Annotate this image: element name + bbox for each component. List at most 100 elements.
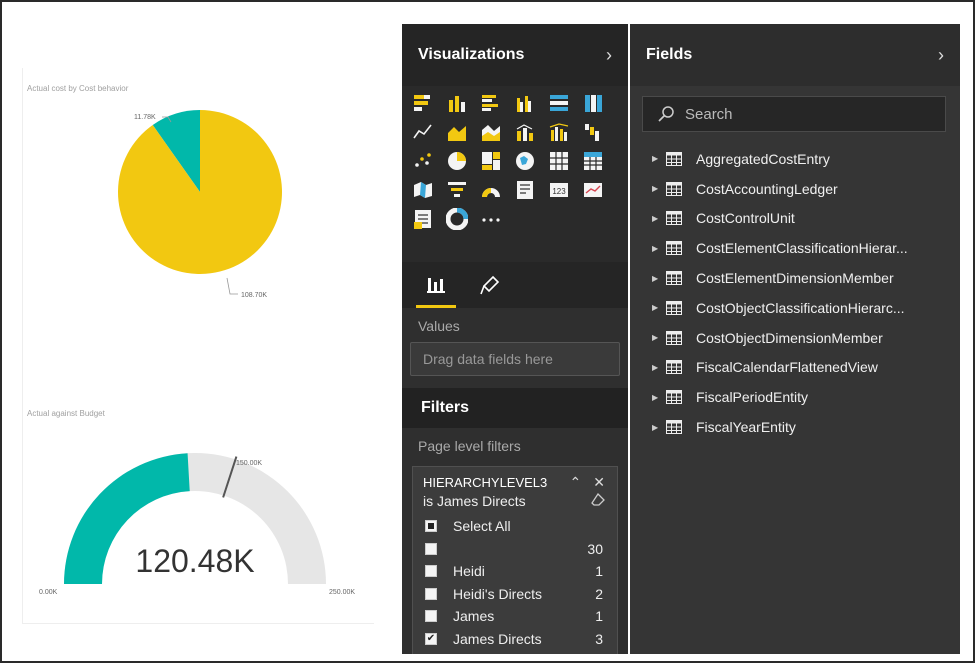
100-stacked-bar-chart-icon[interactable] (548, 92, 570, 114)
expand-triangle-icon[interactable]: ▶ (652, 333, 666, 342)
expand-triangle-icon[interactable]: ▶ (652, 274, 666, 283)
gauge-visual-title: Actual against Budget (27, 409, 105, 418)
clustered-column-chart-icon[interactable] (514, 92, 536, 114)
filter-option-count: 2 (595, 585, 603, 602)
table-icon[interactable] (548, 150, 570, 172)
field-table-item[interactable]: ▶ CostObjectDimensionMember (630, 323, 960, 353)
100-stacked-column-chart-icon[interactable] (582, 92, 604, 114)
filter-option[interactable]: 30 (413, 538, 617, 561)
pie-slice[interactable] (118, 110, 282, 274)
filter-option[interactable]: Heidi's Directs 2 (413, 583, 617, 606)
collapse-filter-chevron-up-icon[interactable]: ⌃ (570, 474, 582, 491)
waterfall-chart-icon[interactable] (582, 121, 604, 143)
filter-option-checkbox[interactable]: ✔ (425, 632, 437, 645)
donut-chart-icon[interactable] (446, 208, 468, 230)
field-table-name: CostObjectDimensionMember (696, 329, 883, 346)
remove-filter-close-icon[interactable]: ✕ (593, 474, 605, 491)
filters-header: Filters (402, 388, 628, 428)
filter-option[interactable]: ✔ James Directs 3 (413, 628, 617, 651)
visualization-tabs (402, 262, 628, 308)
field-table-name: CostObjectClassificationHierarc... (696, 299, 905, 316)
clear-filter-eraser-icon[interactable] (591, 492, 605, 515)
slicer-icon[interactable] (412, 208, 434, 230)
filter-option-checkbox[interactable] (425, 520, 437, 533)
gauge-icon[interactable] (480, 179, 502, 201)
map-icon[interactable] (514, 150, 536, 172)
filter-option-checkbox[interactable] (425, 565, 437, 578)
expand-triangle-icon[interactable]: ▶ (652, 393, 666, 402)
field-table-item[interactable]: ▶ CostControlUnit (630, 204, 960, 234)
pie-chart-icon[interactable] (446, 150, 468, 172)
field-table-item[interactable]: ▶ CostObjectClassificationHierarc... (630, 293, 960, 323)
stacked-area-chart-icon[interactable] (480, 121, 502, 143)
filter-card: HIERARCHYLEVEL3 ⌃ ✕ is James Directs Sel… (412, 466, 618, 654)
expand-triangle-icon[interactable]: ▶ (652, 214, 666, 223)
filter-option[interactable]: Select All (413, 515, 617, 538)
filter-options-list: Select All 30 Heidi 1 Heidi's Directs 2 James 1… (413, 515, 617, 650)
collapse-visualizations-chevron-icon[interactable]: › (606, 45, 612, 66)
field-table-name: FiscalCalendarFlattenedView (696, 359, 878, 376)
filter-option[interactable]: Heidi 1 (413, 560, 617, 583)
card-icon[interactable]: 123 (548, 179, 570, 201)
expand-triangle-icon[interactable]: ▶ (652, 423, 666, 432)
fields-search-input[interactable]: Search (642, 96, 946, 132)
expand-triangle-icon[interactable]: ▶ (652, 303, 666, 312)
line-and-clustered-column-chart-icon[interactable] (548, 121, 570, 143)
search-placeholder: Search (685, 105, 733, 123)
filter-option-label: James (453, 608, 495, 625)
expand-triangle-icon[interactable]: ▶ (652, 244, 666, 253)
filter-option[interactable]: James 1 (413, 605, 617, 628)
visualizations-header: Visualizations › (402, 24, 628, 86)
fields-pane: Fields › Search ▶ AggregatedCostEntry ▶ Cos… (630, 24, 960, 654)
tab-fields-well[interactable] (416, 262, 456, 308)
expand-triangle-icon[interactable]: ▶ (652, 363, 666, 372)
line-and-column-chart-icon[interactable] (514, 121, 536, 143)
filter-option-label: Heidi (453, 563, 485, 580)
table-icon (666, 300, 682, 315)
line-chart-icon[interactable] (412, 121, 434, 143)
field-table-item[interactable]: ▶ CostElementClassificationHierar... (630, 233, 960, 263)
tab-format[interactable] (470, 262, 510, 308)
kpi-icon[interactable] (582, 179, 604, 201)
field-table-name: CostControlUnit (696, 210, 795, 227)
scatter-chart-icon[interactable] (412, 150, 434, 172)
table-icon (666, 211, 682, 226)
expand-triangle-icon[interactable]: ▶ (652, 154, 666, 163)
filter-option-checkbox[interactable] (425, 610, 437, 623)
visualizations-title: Visualizations (418, 46, 525, 63)
field-table-item[interactable]: ▶ AggregatedCostEntry (630, 144, 960, 174)
matrix-icon[interactable] (582, 150, 604, 172)
clustered-bar-chart-icon[interactable] (480, 92, 502, 114)
fields-well-icon (427, 278, 445, 293)
pie-data-label: 11.78K (134, 114, 156, 121)
values-dropzone[interactable]: Drag data fields here (410, 342, 620, 376)
filter-card-header: HIERARCHYLEVEL3 ⌃ ✕ (413, 471, 617, 493)
paint-roller-icon (480, 275, 500, 295)
field-table-item[interactable]: ▶ FiscalCalendarFlattenedView (630, 353, 960, 383)
field-table-item[interactable]: ▶ CostAccountingLedger (630, 174, 960, 204)
more-visuals-icon[interactable] (480, 208, 502, 230)
area-chart-icon[interactable] (446, 121, 468, 143)
treemap-icon[interactable] (480, 150, 502, 172)
field-table-item[interactable]: ▶ FiscalPeriodEntity (630, 382, 960, 412)
field-table-item[interactable]: ▶ FiscalYearEntity (630, 412, 960, 442)
stacked-column-chart-icon[interactable] (446, 92, 468, 114)
pie-chart[interactable]: 11.78K 108.70K (23, 98, 373, 338)
funnel-icon[interactable] (446, 179, 468, 201)
gauge-chart[interactable]: 150.00K 120.48K 0.00K 250.00K (23, 424, 373, 624)
stacked-bar-chart-icon[interactable] (412, 92, 434, 114)
filter-option-checkbox[interactable] (425, 587, 437, 600)
pie-leader-line (226, 277, 238, 295)
report-canvas: Actual cost by Cost behavior 11.78K 108.7… (22, 68, 374, 624)
field-table-item[interactable]: ▶ CostElementDimensionMember (630, 263, 960, 293)
expand-triangle-icon[interactable]: ▶ (652, 184, 666, 193)
values-label: Values (418, 318, 460, 334)
multi-row-card-icon[interactable] (514, 179, 536, 201)
visualization-gallery: 123 (402, 86, 628, 262)
filled-map-icon[interactable] (412, 179, 434, 201)
filter-option-checkbox[interactable] (425, 542, 437, 555)
filter-condition-row: is James Directs (413, 492, 617, 515)
table-icon (666, 151, 682, 166)
collapse-fields-chevron-icon[interactable]: › (938, 45, 944, 66)
page-level-filters-label: Page level filters (418, 438, 521, 454)
